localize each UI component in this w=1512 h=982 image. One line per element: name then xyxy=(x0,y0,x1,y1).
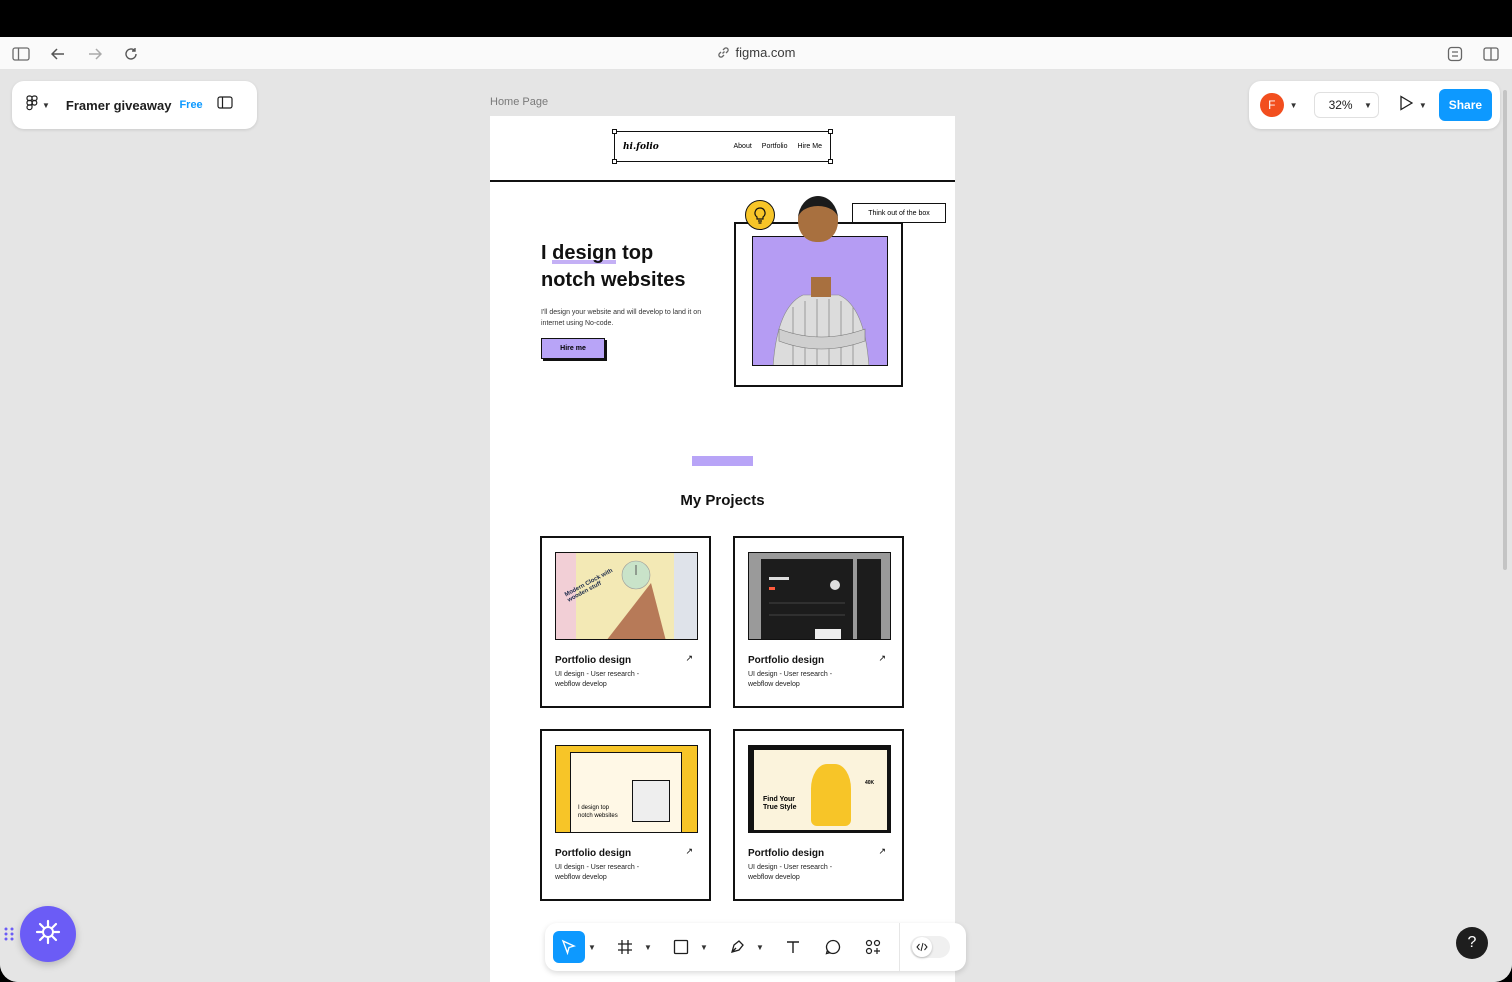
browser-window: figma.com ▼ Framer giveaway Free F ▼ 32%… xyxy=(0,37,1512,982)
vertical-scrollbar[interactable] xyxy=(1503,90,1507,570)
selection-handle[interactable] xyxy=(612,159,617,164)
hero-title-line2: notch websites xyxy=(541,269,686,291)
profile-head xyxy=(798,196,838,242)
chevron-down-icon: ▼ xyxy=(42,100,50,110)
text-tool-icon[interactable] xyxy=(777,931,809,963)
frame-label[interactable]: Home Page xyxy=(490,96,548,108)
main-menu-button[interactable]: ▼ xyxy=(26,94,50,116)
share-button[interactable]: Share xyxy=(1438,89,1492,121)
site-nav[interactable]: hi.folio About Portfolio Hire Me xyxy=(612,129,833,164)
address-bar[interactable]: figma.com xyxy=(0,45,1512,62)
tools-toolbar: ▼ ▼ ▼ ▼ xyxy=(545,923,966,971)
project-thumbnail: I design top notch websites xyxy=(555,745,698,833)
projects-title: My Projects xyxy=(680,492,765,509)
dev-mode-icon xyxy=(912,937,932,957)
chevron-down-icon: ▼ xyxy=(1363,100,1372,110)
plugin-button[interactable] xyxy=(20,906,76,962)
project-title: Portfolio design xyxy=(748,655,825,666)
hero-subtitle: I'll design your website and will develo… xyxy=(541,309,702,327)
url-text: figma.com xyxy=(735,45,796,60)
figma-logo-icon xyxy=(26,94,38,116)
nav-link-about[interactable]: About xyxy=(734,143,752,150)
arrow-up-right-icon[interactable]: ↗ xyxy=(685,846,693,857)
pen-tool-icon[interactable] xyxy=(721,931,753,963)
nav-divider xyxy=(490,180,955,182)
zoom-value: 32% xyxy=(1328,98,1353,112)
project-card[interactable]: I design top notch websites Portfolio de… xyxy=(540,729,711,901)
thumb-stat: 40K xyxy=(865,780,875,786)
comment-tool-icon[interactable] xyxy=(817,931,849,963)
project-desc: UI design - User research - webflow deve… xyxy=(748,864,833,881)
project-desc: UI design - User research - webflow deve… xyxy=(748,671,833,688)
project-card[interactable]: Portfolio design ↗ UI design - User rese… xyxy=(733,536,904,708)
project-thumbnail: Find Your True Style 40K xyxy=(748,745,891,833)
selection-handle[interactable] xyxy=(612,129,617,134)
decorative-bar xyxy=(692,456,753,466)
project-title: Portfolio design xyxy=(555,655,632,666)
project-thumbnail: Modern Clock with wooden stuff xyxy=(555,552,698,640)
thumb-photo xyxy=(632,780,670,822)
plan-badge[interactable]: Free xyxy=(179,99,202,111)
chevron-down-icon[interactable]: ▼ xyxy=(753,943,767,952)
move-tool-icon[interactable] xyxy=(553,931,585,963)
browser-toolbar: figma.com xyxy=(0,37,1512,70)
chevron-down-icon[interactable]: ▼ xyxy=(1290,101,1298,110)
chevron-down-icon[interactable]: ▼ xyxy=(697,943,711,952)
share-panel: F ▼ 32% ▼ ▼ Share xyxy=(1249,81,1500,129)
thumb-text-line1: Find Your xyxy=(763,796,796,803)
file-panel: ▼ Framer giveaway Free xyxy=(12,81,257,129)
thumb-text-line1: I design top xyxy=(578,805,610,811)
project-thumbnail xyxy=(748,552,891,640)
split-view-icon[interactable] xyxy=(1482,45,1500,63)
toolbar-divider xyxy=(899,923,900,971)
project-title: Portfolio design xyxy=(748,848,825,859)
chevron-down-icon[interactable]: ▼ xyxy=(641,943,655,952)
hire-me-button[interactable]: Hire me xyxy=(541,338,605,359)
nav-link-hire[interactable]: Hire Me xyxy=(797,143,822,150)
thumb-text-line2: True Style xyxy=(763,804,797,811)
lightbulb-icon xyxy=(745,200,775,230)
profile-photo xyxy=(752,236,888,366)
project-desc: UI design - User research - webflow deve… xyxy=(555,671,640,688)
site-brand: hi.folio xyxy=(623,141,659,152)
rectangle-tool-icon[interactable] xyxy=(665,931,697,963)
play-icon[interactable] xyxy=(1399,94,1414,116)
frame-tool-icon[interactable] xyxy=(609,931,641,963)
selection-handle[interactable] xyxy=(828,129,833,134)
hero-title-line1: I design top xyxy=(541,242,654,264)
project-card[interactable]: Find Your True Style 40K Portfolio desig… xyxy=(733,729,904,901)
arrow-up-right-icon[interactable]: ↗ xyxy=(878,653,886,664)
sparkle-icon xyxy=(35,919,61,950)
think-tag: Think out of the box xyxy=(852,203,946,223)
home-page-frame[interactable]: hi.folio About Portfolio Hire Me I desig xyxy=(490,116,955,982)
panel-icon[interactable] xyxy=(217,96,233,114)
file-name[interactable]: Framer giveaway xyxy=(66,98,172,113)
drag-handle-icon[interactable] xyxy=(4,926,14,942)
arrow-up-right-icon[interactable]: ↗ xyxy=(685,653,693,664)
zoom-select[interactable]: 32% ▼ xyxy=(1313,92,1379,118)
link-icon xyxy=(717,46,730,62)
extensions-icon[interactable] xyxy=(1446,45,1464,63)
thumb-figure xyxy=(811,764,851,826)
project-card[interactable]: Modern Clock with wooden stuff Portfolio… xyxy=(540,536,711,708)
chevron-down-icon[interactable]: ▼ xyxy=(585,943,599,952)
project-title: Portfolio design xyxy=(555,848,632,859)
site-nav-links: About Portfolio Hire Me xyxy=(734,143,823,150)
hero-title: I design top notch websites xyxy=(541,240,721,294)
arrow-up-right-icon[interactable]: ↗ xyxy=(878,846,886,857)
figma-canvas[interactable]: ▼ Framer giveaway Free F ▼ 32% ▼ ▼ Share… xyxy=(0,70,1512,982)
device-frame: figma.com ▼ Framer giveaway Free F ▼ 32%… xyxy=(0,0,1512,982)
selection-handle[interactable] xyxy=(828,159,833,164)
project-desc: UI design - User research - webflow deve… xyxy=(555,864,640,881)
avatar[interactable]: F xyxy=(1260,93,1284,117)
nav-link-portfolio[interactable]: Portfolio xyxy=(762,143,788,150)
dev-mode-toggle[interactable] xyxy=(910,936,950,958)
actions-icon[interactable] xyxy=(857,931,889,963)
chevron-down-icon[interactable]: ▼ xyxy=(1419,101,1427,110)
thumb-text-line2: notch websites xyxy=(578,813,618,819)
help-icon[interactable]: ? xyxy=(1456,927,1488,959)
